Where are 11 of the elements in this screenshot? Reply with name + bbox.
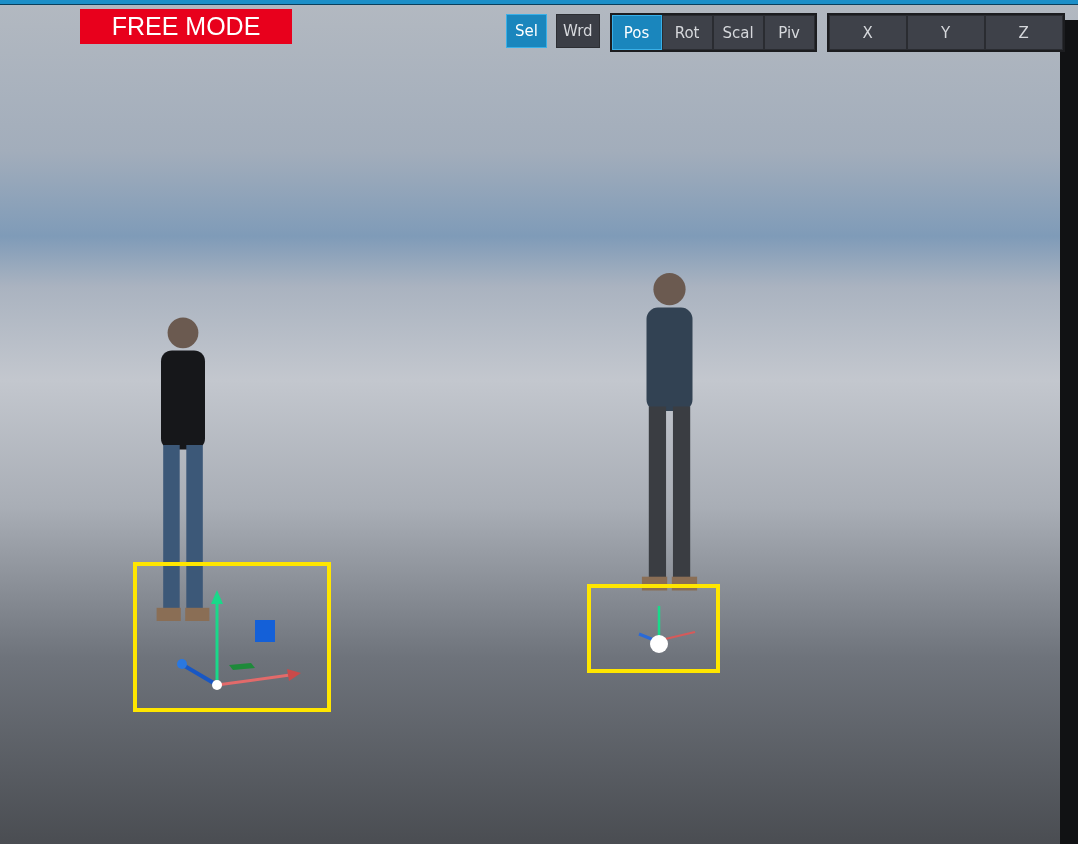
transform-tab[interactable]: Piv [763,15,815,50]
space-toggle-button[interactable]: Sel [506,14,547,48]
axis-button[interactable]: Z [984,15,1063,50]
mode-banner: FREE MODE [80,9,292,44]
space-toggle-button[interactable]: Wrd [556,14,600,48]
transform-tab[interactable]: Rot [661,15,713,50]
viewport-scene[interactable]: FREE MODE Sel Wrd Pos Rot Scal Piv X Y Z [0,0,1078,844]
transform-tab[interactable]: Pos [611,15,662,50]
transform-tab[interactable]: Scal [712,15,764,50]
axis-button[interactable]: Y [906,15,985,50]
axis-button[interactable]: X [828,15,907,50]
